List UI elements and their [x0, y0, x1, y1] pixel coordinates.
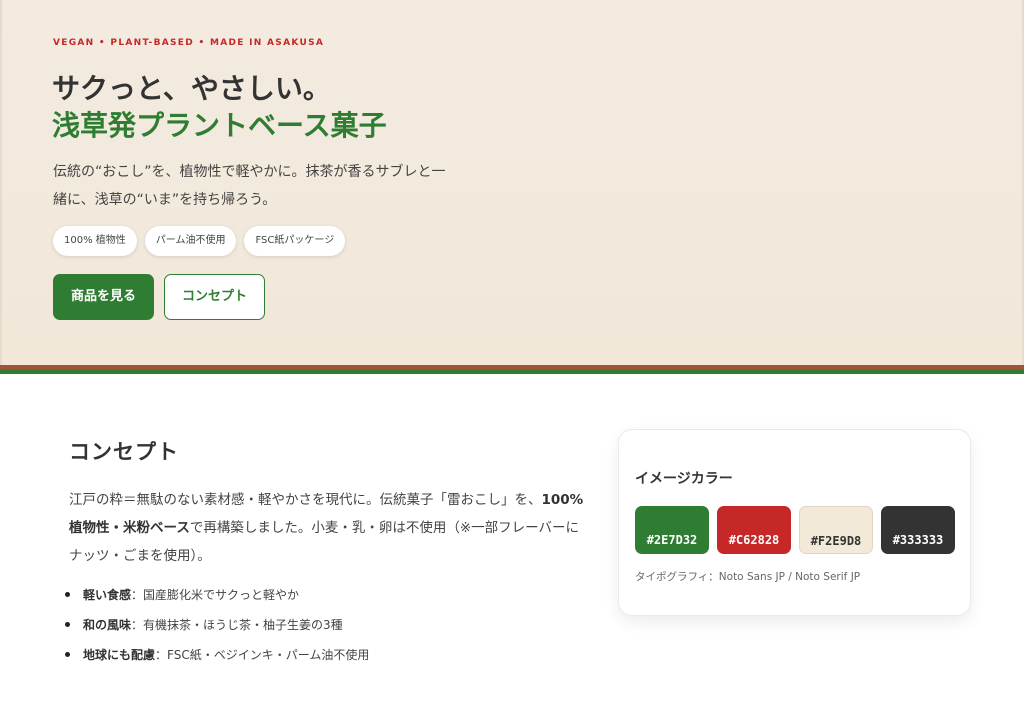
- color-swatches: #2E7D32 #C62828 #F2E9D8 #333333: [635, 506, 955, 554]
- feature-list: 軽い食感：国産膨化米でサクっと軽やか 和の風味：有機抹茶・ほうじ茶・柚子生姜の3…: [65, 582, 369, 672]
- feature-text: 国産膨化米でサクっと軽やか: [143, 588, 300, 602]
- feature-text: FSC紙・ベジインキ・パーム油不使用: [167, 648, 370, 662]
- headline-line-1: サクっと、やさしい。: [52, 72, 331, 105]
- swatch-green: #2E7D32: [635, 506, 709, 554]
- palette-title: イメージカラー: [635, 471, 733, 487]
- view-products-button[interactable]: 商品を見る: [53, 274, 154, 320]
- hero-lead: 伝統の“おこし”を、植物性で軽やかに。抹茶が香るサブレと一緒に、浅草の“いま”を…: [53, 164, 446, 208]
- concept-button[interactable]: コンセプト: [164, 274, 265, 320]
- divider-stripe-green: [0, 370, 1024, 374]
- typography-note: タイポグラフィ：Noto Sans JP / Noto Serif JP: [635, 571, 861, 583]
- palette-card: イメージカラー #2E7D32 #C62828 #F2E9D8 #333333 …: [618, 429, 971, 616]
- chip-plant-based: 100% 植物性: [53, 226, 137, 256]
- swatch-red: #C62828: [717, 506, 791, 554]
- swatch-cream: #F2E9D8: [799, 506, 873, 554]
- hero-actions: 商品を見る コンセプト: [53, 274, 265, 320]
- concept-body: 江戸の粋＝無駄のない素材感・軽やかさを現代に。伝統菓子「雷おこし」を、100%植…: [69, 486, 589, 570]
- feature-text: 有機抹茶・ほうじ茶・柚子生姜の3種: [143, 618, 343, 632]
- hero-section: VEGAN • PLANT-BASED • MADE IN ASAKUSA サク…: [0, 0, 1024, 365]
- swatch-ink: #333333: [881, 506, 955, 554]
- headline-line-2: 浅草発プラントベース菓子: [52, 109, 387, 142]
- concept-title: コンセプト: [69, 439, 179, 464]
- feature-item-flavor: 和の風味：有機抹茶・ほうじ茶・柚子生姜の3種: [65, 612, 369, 642]
- feature-title: 和の風味: [83, 618, 132, 632]
- feature-item-texture: 軽い食感：国産膨化米でサクっと軽やか: [65, 582, 369, 612]
- feature-title: 地球にも配慮: [83, 648, 156, 662]
- feature-chips: 100% 植物性 パーム油不使用 FSC紙パッケージ: [53, 226, 346, 256]
- chip-palm-free: パーム油不使用: [144, 226, 237, 256]
- chip-fsc-package: FSC紙パッケージ: [244, 226, 346, 256]
- hero-eyebrow: VEGAN • PLANT-BASED • MADE IN ASAKUSA: [53, 38, 325, 48]
- concept-body-part-1: 江戸の粋＝無駄のない素材感・軽やかさを現代に。伝統菓子「雷おこし」を、: [69, 492, 542, 508]
- feature-title: 軽い食感: [83, 588, 132, 602]
- feature-item-eco: 地球にも配慮：FSC紙・ベジインキ・パーム油不使用: [65, 642, 369, 672]
- hero-headline: サクっと、やさしい。 浅草発プラントベース菓子: [52, 70, 652, 144]
